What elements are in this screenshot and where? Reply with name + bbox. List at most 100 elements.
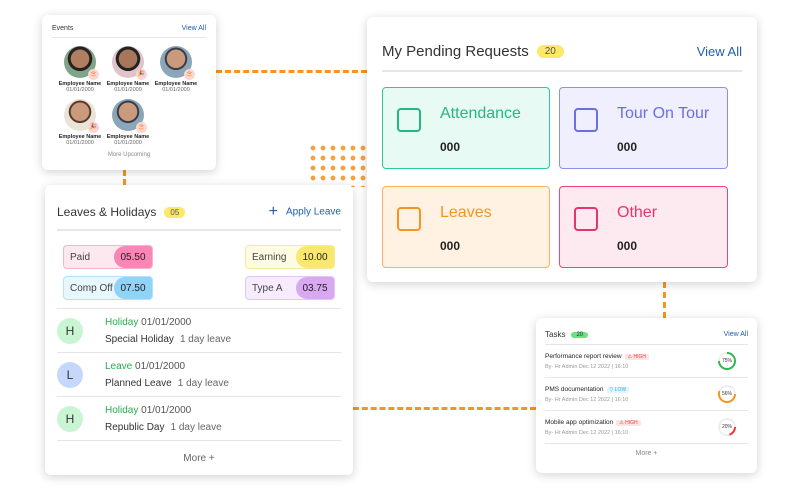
leave-item[interactable]: H Holiday 01/01/2000 Special Holiday 1 day … [57, 308, 341, 352]
balance-paid: Paid 05.50 [63, 245, 153, 269]
balance-value: 05.50 [114, 246, 152, 268]
item-duration: 1 day leave [179, 333, 232, 345]
person-date: 01/01/2000 [114, 87, 142, 93]
events-view-all[interactable]: View All [182, 25, 206, 32]
balance-earning: Earning 10.00 [245, 245, 335, 269]
priority-label: LOW [614, 386, 627, 393]
tile-count: 000 [617, 140, 638, 154]
priority-badge: ▽ LOW [606, 386, 630, 393]
balance-value: 03.75 [296, 277, 334, 299]
connector-line [663, 282, 666, 318]
task-item[interactable]: Mobile app optimization ⚠ HIGH By- Hr Admi… [545, 411, 748, 444]
leave-item[interactable]: L Leave 01/01/2000 Planned Leave 1 day leav… [57, 352, 341, 396]
balance-label: Comp Off [70, 283, 113, 294]
item-name: Special Holiday [105, 333, 174, 345]
apply-leave-label: Apply Leave [285, 206, 341, 218]
person-date: 01/01/2000 [114, 140, 142, 146]
person-date: 01/01/2000 [66, 140, 94, 146]
tile-leaves[interactable]: Leaves 000 [382, 186, 550, 268]
task-item[interactable]: PMS documentation ▽ LOW By- Hr Admin Dec 1… [545, 378, 748, 411]
briefcase-icon [574, 108, 598, 132]
calendar-icon [397, 108, 421, 132]
priority-badge: ⚠ HIGH [624, 353, 649, 360]
progress-ring: 56% [718, 385, 736, 403]
balance-comp-off: Comp Off 07.50 [63, 276, 153, 300]
item-avatar: H [57, 405, 83, 432]
item-date: 01/01/2000 [135, 360, 186, 372]
tile-tour[interactable]: Tour On Tour 000 [559, 87, 728, 169]
connector-line [216, 70, 367, 73]
calendar-check-icon [397, 207, 421, 231]
cake-icon: 🎂 [88, 69, 99, 80]
leave-item[interactable]: H Holiday 01/01/2000 Republic Day 1 day lea… [57, 396, 341, 440]
item-avatar: L [57, 361, 83, 388]
item-duration: 1 day leave [177, 377, 229, 389]
tile-label: Tour On Tour [617, 105, 710, 122]
apply-leave-button[interactable]: + Apply Leave [269, 203, 341, 221]
event-person[interactable]: 🎂 Employee Name 01/01/2000 [155, 46, 197, 93]
event-person[interactable]: 🎂 Employee Name 01/01/2000 [59, 46, 101, 93]
tile-count: 000 [440, 140, 461, 154]
person-date: 01/01/2000 [162, 87, 190, 93]
progress-ring: 20% [718, 418, 736, 436]
more-tasks-link[interactable]: More + [545, 444, 748, 457]
task-name: Mobile app optimization [545, 418, 614, 426]
item-date: 01/01/2000 [141, 404, 192, 416]
party-icon: 🎉 [88, 122, 99, 133]
pending-view-all[interactable]: View All [697, 44, 742, 59]
task-meta: By- Hr Admin Dec 12 2022 | 16:10 [545, 363, 629, 370]
pending-requests-card: My Pending Requests 20 View All Attendance… [367, 17, 757, 282]
cake-icon: 🎂 [184, 69, 195, 80]
task-item[interactable]: Performance report review ⚠ HIGH By- Hr Ad… [545, 345, 748, 378]
tile-label: Other [617, 204, 658, 221]
plus-icon: + [268, 203, 278, 220]
avatar: 🎂 [64, 46, 99, 80]
person-date: 01/01/2000 [66, 87, 94, 93]
item-type: Leave [105, 360, 133, 372]
balance-value: 07.50 [114, 277, 152, 299]
balance-value: 10.00 [296, 246, 334, 268]
avatar: 🎉 [112, 46, 147, 80]
progress-value: 75% [720, 354, 734, 368]
more-upcoming-link[interactable]: More Upcoming [52, 152, 206, 158]
task-meta: By- Hr Admin Dec 12 2022 | 16:10 [545, 429, 629, 436]
tasks-title: Tasks [545, 330, 566, 339]
connector-line [123, 170, 126, 185]
leaves-card: Leaves & Holidays 05 + Apply Leave Paid 05.… [45, 185, 353, 475]
dot-pattern [308, 143, 370, 187]
task-meta: By- Hr Admin Dec 12 2022 | 16:10 [545, 396, 629, 403]
priority-label: HIGH [633, 353, 646, 360]
count-badge: 20 [571, 331, 589, 338]
progress-value: 20% [720, 420, 734, 434]
tile-label: Attendance [440, 105, 521, 122]
more-leaves-link[interactable]: More + [57, 440, 341, 464]
events-title: Events [52, 25, 74, 32]
tile-count: 000 [440, 239, 461, 253]
count-badge: 05 [164, 206, 186, 218]
progress-ring: 75% [718, 352, 736, 370]
event-person[interactable]: 🎂 Employee Name 01/01/2000 [107, 99, 149, 146]
avatar: 🎂 [160, 46, 195, 80]
avatar: 🎂 [112, 99, 147, 133]
item-duration: 1 day leave [170, 421, 222, 433]
task-name: PMS documentation [545, 385, 604, 393]
task-name: Performance report review [545, 352, 622, 360]
tile-attendance[interactable]: Attendance 000 [382, 87, 550, 169]
tasks-view-all[interactable]: View All [724, 331, 748, 338]
balance-label: Earning [252, 252, 287, 263]
balance-label: Paid [70, 252, 91, 263]
party-icon: 🎉 [136, 69, 147, 80]
tasks-card: Tasks 20 View All Performance report revie… [536, 318, 757, 473]
events-card: Events View All 🎂 Employee Name 01/01/2000 … [42, 15, 216, 170]
document-icon [574, 207, 598, 231]
item-name: Planned Leave [105, 377, 172, 389]
avatar: 🎉 [64, 99, 99, 133]
connector-line [353, 407, 536, 410]
event-person[interactable]: 🎉 Employee Name 01/01/2000 [59, 99, 101, 146]
tile-count: 000 [617, 239, 638, 253]
priority-badge: ⚠ HIGH [616, 419, 641, 426]
count-badge: 20 [536, 45, 564, 58]
tile-other[interactable]: Other 000 [559, 186, 728, 268]
priority-label: HIGH [625, 419, 638, 426]
event-person[interactable]: 🎉 Employee Name 01/01/2000 [107, 46, 149, 93]
